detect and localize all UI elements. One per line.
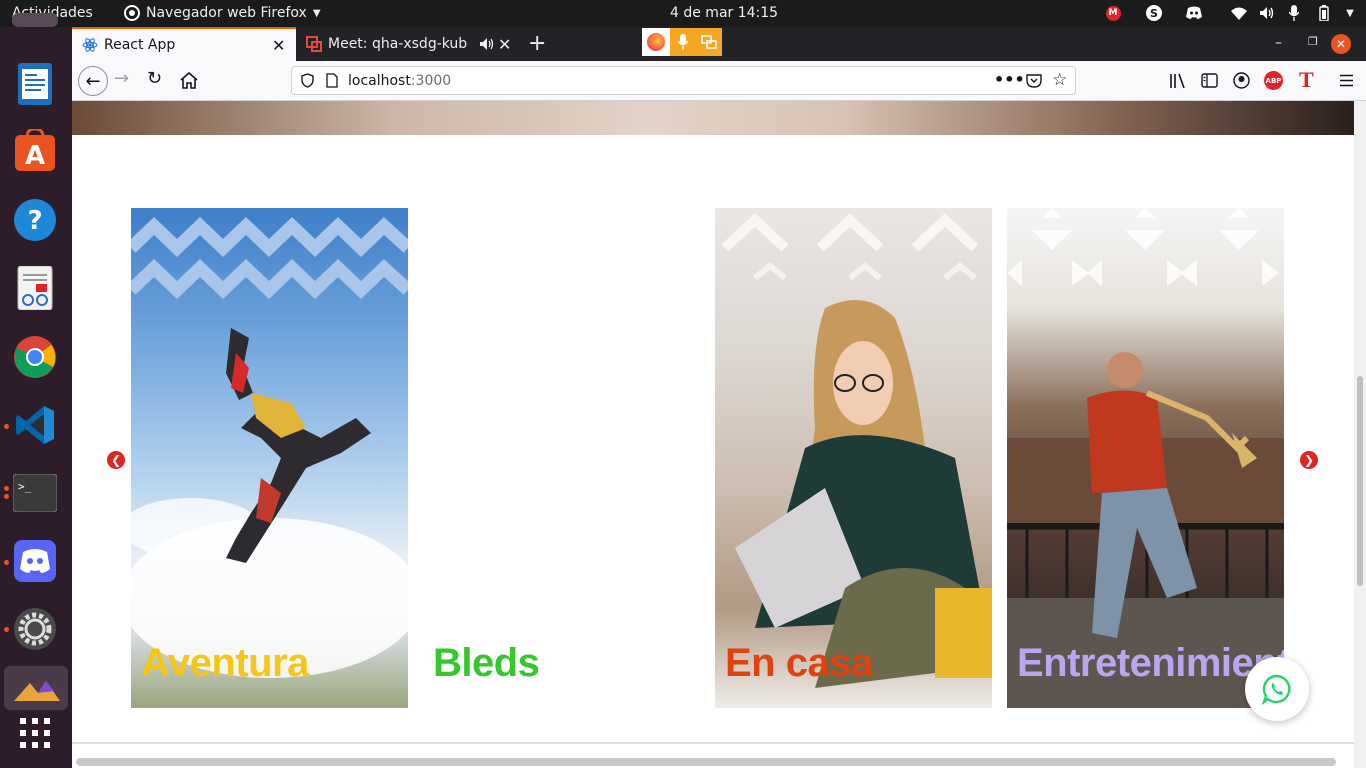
nav-bar: ← → ↻ localhost:3000 ••• ☆ ABP T [72, 61, 1366, 101]
svg-text:>_: >_ [18, 480, 32, 493]
running-indicator [4, 627, 9, 632]
home-icon[interactable] [180, 72, 198, 89]
volume-icon[interactable] [1258, 4, 1276, 22]
top-bar: Actividades Navegador web Firefox ▼ 4 de… [0, 0, 1366, 27]
discord-tray-icon[interactable] [1184, 4, 1204, 22]
category-card[interactable]: En casa [715, 208, 992, 708]
vertical-scrollbar[interactable] [1354, 101, 1366, 768]
scrollbar-thumb[interactable] [1357, 376, 1363, 586]
reload-icon[interactable]: ↻ [147, 68, 162, 89]
document-viewer-icon[interactable] [12, 265, 58, 311]
app-menu-label: Navegador web Firefox [146, 5, 307, 21]
screen-sharing-icon [696, 28, 722, 56]
sharing-indicator[interactable] [642, 28, 722, 56]
card-title: En casa [725, 641, 873, 685]
back-icon[interactable]: ← [78, 66, 108, 96]
maximize-button[interactable]: ❐ [1308, 35, 1318, 48]
category-card[interactable]: Bleds [423, 208, 700, 708]
bookmark-star-icon[interactable]: ☆ [1052, 70, 1067, 90]
tab-label: Meet: qha-xsdg-kub [328, 36, 468, 52]
footer-divider [72, 742, 1354, 744]
url-port: :3000 [410, 72, 452, 89]
category-card[interactable]: Entretenimiento [1007, 208, 1284, 708]
card-title: Bleds [433, 641, 540, 685]
menu-icon[interactable] [1339, 74, 1354, 87]
terminal-icon[interactable]: >_ [12, 470, 58, 516]
shield-icon[interactable] [301, 73, 314, 88]
sidebar-icon[interactable] [1201, 73, 1218, 88]
chrome-icon[interactable] [12, 334, 58, 380]
settings-icon[interactable] [12, 606, 58, 652]
wifi-icon[interactable] [1230, 4, 1248, 22]
page-content: ❮ Aventura Bleds En casa Entretenimien ❯ [72, 101, 1354, 768]
app-icon[interactable] [12, 13, 58, 27]
carousel-prev-arrow[interactable]: ❮ [107, 451, 125, 469]
svg-text:A: A [25, 141, 45, 171]
hero-image [72, 101, 1354, 135]
url-bar[interactable]: localhost:3000 ••• ☆ [291, 66, 1076, 95]
react-icon [82, 38, 98, 52]
tab-bar: React App ✕ Meet: qha-xsdg-kub ✕ + – ❐ ✕ [72, 27, 1366, 61]
mic-sharing-icon [670, 28, 696, 56]
pocket-icon[interactable] [1026, 73, 1042, 88]
zigzag-pattern [131, 217, 408, 299]
library-icon[interactable] [1169, 73, 1187, 89]
chevron-pattern [721, 213, 979, 281]
whatsapp-button[interactable] [1245, 657, 1309, 721]
tab-react-app[interactable]: React App ✕ [72, 27, 296, 61]
svg-text:?: ? [27, 206, 42, 236]
triangle-pattern [1007, 208, 1279, 286]
meet-icon [306, 36, 322, 52]
carousel-next-arrow[interactable]: ❯ [1300, 451, 1318, 469]
running-indicator [4, 486, 9, 491]
chevron-down-icon: ▼ [312, 7, 321, 19]
card-title: Entretenimiento [1017, 641, 1284, 685]
horizontal-scrollbar[interactable] [76, 758, 1336, 766]
running-indicator [4, 424, 9, 429]
close-window-button[interactable]: ✕ [1331, 34, 1351, 54]
account-icon[interactable] [1233, 72, 1250, 89]
firefox-small-icon [124, 5, 140, 21]
clock[interactable]: 4 de mar 14:15 [670, 5, 778, 21]
help-icon[interactable]: ? [12, 197, 58, 243]
close-tab-icon[interactable]: ✕ [498, 35, 511, 54]
close-tab-icon[interactable]: ✕ [272, 36, 285, 55]
text-editor-icon[interactable] [12, 61, 58, 107]
dock: A ? >_ [0, 13, 72, 768]
t-extension-icon[interactable]: T [1299, 67, 1314, 93]
category-card[interactable]: Aventura [131, 208, 408, 708]
discord-icon[interactable] [12, 538, 58, 584]
whatsapp-icon [1261, 674, 1291, 705]
page-icon[interactable] [326, 73, 338, 88]
app-icon[interactable] [4, 666, 68, 710]
adblock-icon[interactable]: ABP [1264, 71, 1283, 90]
software-store-icon[interactable]: A [12, 128, 58, 174]
minimize-button[interactable]: – [1275, 35, 1282, 51]
running-indicator [4, 560, 9, 565]
url-host: localhost [348, 72, 411, 89]
mic-icon[interactable] [1287, 4, 1301, 22]
speaker-icon[interactable] [479, 37, 495, 51]
forward-icon[interactable]: → [114, 68, 129, 89]
show-apps-icon[interactable] [12, 710, 58, 756]
power-menu-icon[interactable]: ▼ [1343, 4, 1357, 22]
tab-label: React App [104, 37, 176, 53]
tab-meet[interactable]: Meet: qha-xsdg-kub ✕ [296, 27, 522, 61]
app-menu[interactable]: Navegador web Firefox ▼ [124, 5, 321, 21]
more-icon[interactable]: ••• [994, 70, 1025, 89]
firefox-icon [642, 28, 670, 56]
mega-icon[interactable]: M [1105, 4, 1121, 22]
vscode-icon[interactable] [12, 402, 58, 448]
running-indicator [4, 494, 9, 499]
new-tab-button[interactable]: + [528, 33, 546, 55]
skype-icon[interactable]: S [1145, 4, 1163, 22]
battery-icon[interactable] [1316, 4, 1332, 22]
card-title: Aventura [141, 641, 309, 685]
